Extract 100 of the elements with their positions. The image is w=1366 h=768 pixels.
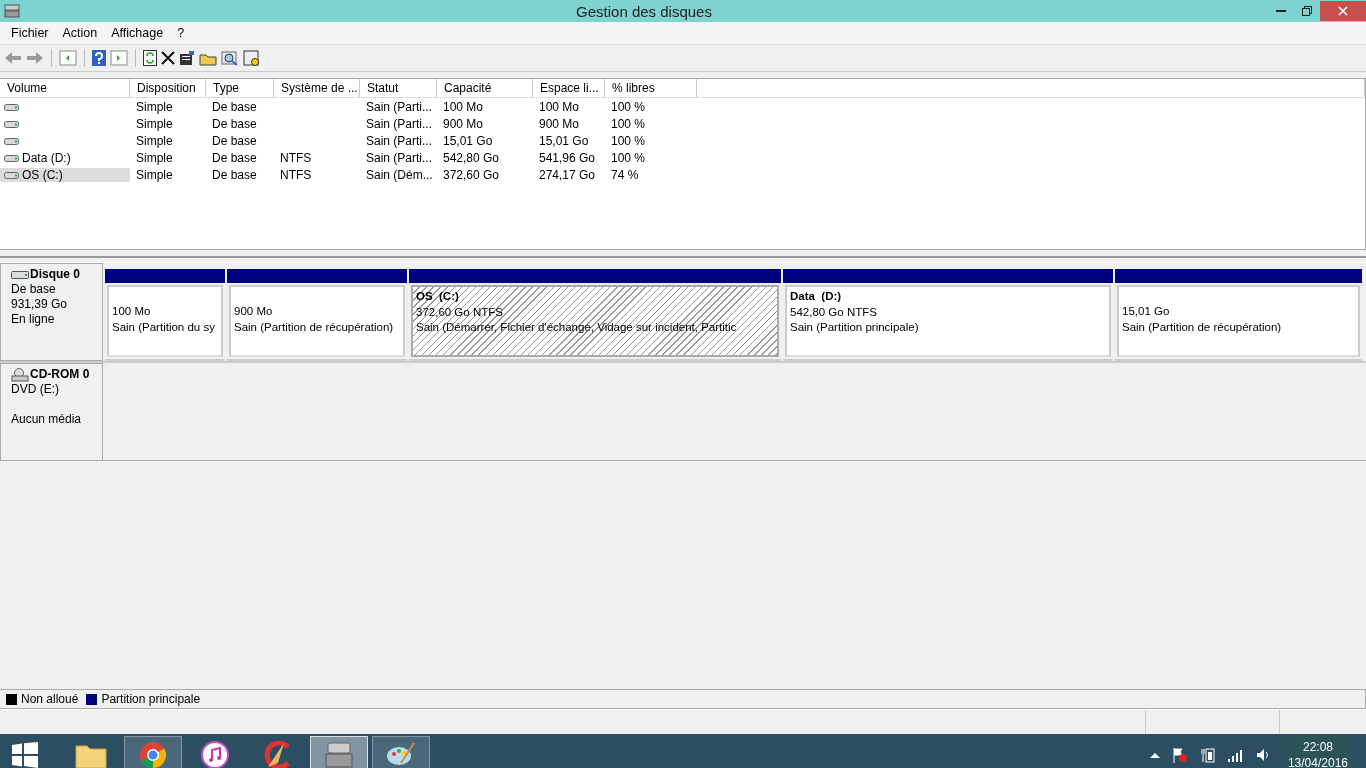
partition-size: 542,80 Go NTFS <box>790 305 877 318</box>
column-header[interactable]: Capacité <box>437 79 533 97</box>
panel-icon[interactable] <box>59 50 77 66</box>
disk-name: CD-ROM 0 <box>30 367 90 382</box>
table-cell: Simple <box>136 150 173 165</box>
table-cell: Data (D:) <box>22 150 71 165</box>
column-header[interactable]: % libres <box>605 79 697 97</box>
battery-icon[interactable] <box>1199 746 1216 763</box>
menu-item[interactable]: Fichier <box>4 26 56 40</box>
table-cell: 100 % <box>611 150 646 165</box>
palette-icon <box>386 740 416 768</box>
table-cell: 100 Mo <box>443 99 484 114</box>
partition-name: OS (C:) <box>416 290 459 302</box>
disk-media-status: Aucun média <box>11 412 82 426</box>
properties-icon[interactable] <box>179 50 195 66</box>
partition-block[interactable]: 900 Mo Sain (Partition de récupération) <box>229 285 405 357</box>
brush-icon <box>262 740 292 768</box>
cd-drive-icon <box>11 367 29 382</box>
table-cell: 15,01 Go <box>539 133 589 148</box>
table-cell: Sain (Parti... <box>366 116 433 131</box>
menu-item[interactable]: Action <box>55 26 105 40</box>
disk-toolbox-icon <box>324 740 354 768</box>
disk-info: DVD (E:) <box>11 382 59 396</box>
column-header[interactable]: Disposition <box>130 79 206 97</box>
table-cell: De base <box>212 150 257 165</box>
disk-label-panel[interactable]: CD-ROM 0 DVD (E:) Aucun média <box>0 363 103 461</box>
table-cell: 900 Mo <box>443 116 484 131</box>
taskbar-button[interactable] <box>124 735 182 768</box>
table-cell: De base <box>212 99 257 114</box>
table-cell: Simple <box>136 167 173 182</box>
clock[interactable]: 22:08 13/04/2016 <box>1281 734 1354 768</box>
partition-status: Sain (Partition de récupération) <box>234 320 394 333</box>
browser-icon <box>139 740 167 768</box>
table-cell: Simple <box>136 99 173 114</box>
disk-info: De base <box>11 282 56 296</box>
drive-icon <box>4 101 19 112</box>
table-cell: De base <box>212 133 257 148</box>
partition-status: Sain (Partition principale) <box>790 321 919 333</box>
table-cell: De base <box>212 167 257 182</box>
menu-item[interactable]: ? <box>170 26 192 40</box>
panel-icon[interactable] <box>110 50 128 66</box>
table-cell: 15,01 Go <box>443 133 493 148</box>
legend-label: Non alloué <box>21 692 79 706</box>
taskbar-button[interactable] <box>372 735 430 768</box>
table-cell: 100 Mo <box>539 99 580 114</box>
column-header[interactable]: Statut <box>360 79 437 97</box>
table-cell: 542,80 Go <box>443 150 500 165</box>
column-header[interactable]: Système de ... <box>274 79 360 97</box>
signal-icon[interactable] <box>1227 747 1244 762</box>
drive-icon <box>4 135 19 146</box>
caret-icon[interactable] <box>1149 751 1160 758</box>
drive-icon <box>4 152 19 163</box>
partition-block[interactable]: Data (D:) 542,80 Go NTFS Sain (Partition principale) <box>785 285 1111 357</box>
table-cell: 541,96 Go <box>539 150 596 165</box>
partition-size: 100 Mo <box>112 305 151 317</box>
taskbar-button[interactable] <box>310 735 368 768</box>
disk-name: Disque 0 <box>30 267 80 282</box>
table-cell: Simple <box>136 133 173 148</box>
table-cell: 100 % <box>611 133 646 148</box>
column-header[interactable]: Type <box>206 79 274 97</box>
table-cell: 372,60 Go <box>443 167 500 182</box>
close-icon <box>1338 6 1348 16</box>
table-cell: NTFS <box>280 167 312 182</box>
partition-status: Sain (Partition de récupération) <box>1122 320 1282 333</box>
magnifier-icon[interactable] <box>221 50 239 66</box>
settings-icon[interactable] <box>243 50 261 66</box>
partition-status: Sain (Partition du sy <box>112 320 215 333</box>
refresh-icon[interactable] <box>143 50 157 66</box>
table-cell: 100 % <box>611 99 646 114</box>
partition-status: Sain (Démarrer, Fichier d'échange, Vidage sur incident, Partitic <box>416 321 737 333</box>
table-cell: Simple <box>136 116 173 131</box>
table-cell: De base <box>212 116 257 131</box>
partition-size: 15,01 Go <box>1122 305 1170 317</box>
table-cell: 274,17 Go <box>539 167 596 182</box>
partition-block[interactable]: 100 Mo Sain (Partition du sy <box>107 285 223 357</box>
delete-icon[interactable] <box>161 51 175 65</box>
disk-info: En ligne <box>11 312 55 326</box>
minimize-icon <box>1276 10 1286 12</box>
table-cell: Sain (Dém... <box>366 167 433 182</box>
disk-label-panel[interactable]: Disque 0 De base 931,39 Go En ligne <box>0 263 103 361</box>
restore-icon <box>1302 6 1312 16</box>
table-cell: OS (C:) <box>22 167 63 182</box>
partition-size: 372,60 Go NTFS <box>416 305 503 318</box>
table-cell: Sain (Parti... <box>366 99 433 114</box>
disk-info: 931,39 Go <box>11 297 68 311</box>
partition-block[interactable]: OS (C:) 372,60 Go NTFS Sain (Démarrer, Fichier d'échange, Vidage sur incident, Partitic <box>411 285 779 357</box>
table-cell: 74 % <box>611 167 639 182</box>
drive-icon <box>11 269 29 280</box>
partition-block[interactable]: 15,01 Go Sain (Partition de récupération) <box>1117 285 1360 357</box>
table-cell: 100 % <box>611 116 646 131</box>
speaker-icon[interactable] <box>1255 747 1270 762</box>
column-header[interactable]: Espace li... <box>533 79 605 97</box>
help-icon[interactable] <box>92 50 106 66</box>
column-header[interactable]: Volume <box>0 79 130 97</box>
table-cell: NTFS <box>280 150 312 165</box>
flag-icon[interactable] <box>1171 746 1188 763</box>
window-title: Gestion des disques <box>575 2 713 20</box>
drive-icon <box>4 118 19 129</box>
menu-item[interactable]: Affichage <box>104 26 171 40</box>
table-cell: Sain (Parti... <box>366 133 433 148</box>
